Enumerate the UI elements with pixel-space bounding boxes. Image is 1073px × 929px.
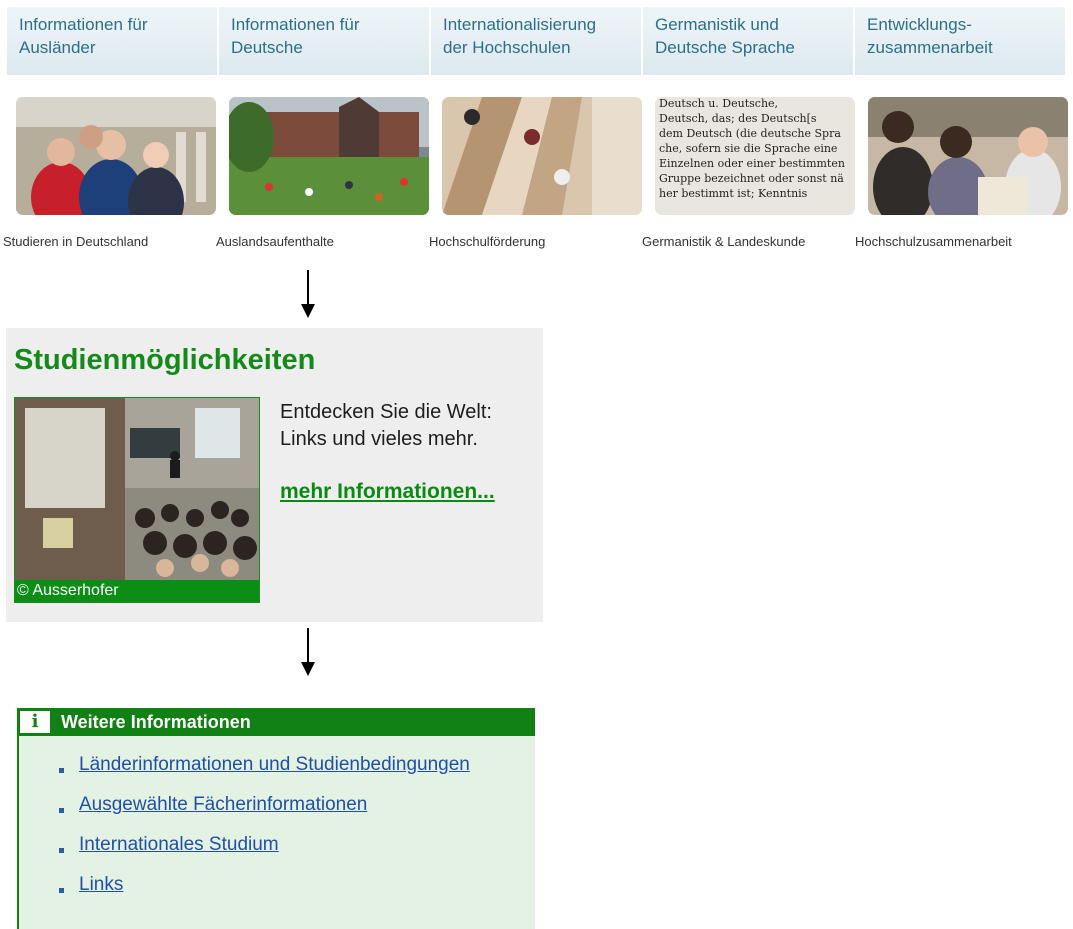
- dictionary-line-3: dem Deutsch (die deutsche Spra: [659, 127, 841, 140]
- top-navigation: Informationen für Ausländer Informatione…: [7, 7, 1073, 75]
- more-info-title: Weitere Informationen: [61, 712, 251, 732]
- lecture-hall-photo: © Ausserhofer: [14, 397, 260, 603]
- more-info-header: i Weitere Informationen: [17, 708, 535, 736]
- link-laenderinformationen[interactable]: Länderinformationen und Studienbedingung…: [79, 754, 470, 776]
- nav-item-internationalisierung[interactable]: Internationalisierung der Hochschulen: [431, 7, 643, 75]
- campus-photo[interactable]: [229, 97, 429, 215]
- dictionary-line-1: Deutsch u. Deutsche,: [659, 97, 778, 110]
- list-item: Ausgewählte Fächerinformationen: [59, 794, 470, 834]
- study-description: Entdecken Sie die Welt: Links und vieles…: [280, 399, 492, 453]
- bullet-icon: [59, 808, 64, 813]
- study-text-line-1: Entdecken Sie die Welt:: [280, 401, 492, 423]
- caption-studieren[interactable]: Studieren in Deutschland: [3, 234, 216, 249]
- more-info-panel: Länderinformationen und Studienbedingung…: [17, 736, 535, 929]
- bullet-icon: [59, 888, 64, 893]
- bullet-icon: [59, 768, 64, 773]
- caption-auslandsaufenthalte[interactable]: Auslandsaufenthalte: [216, 234, 429, 249]
- list-item: Länderinformationen und Studienbedingung…: [59, 754, 470, 794]
- nav-item-entwicklungszusammenarbeit[interactable]: Entwicklungs- zusammenarbeit: [855, 7, 1067, 75]
- dictionary-line-2: Deutsch, das; des Deutsch[s: [659, 112, 817, 125]
- bullet-icon: [59, 848, 64, 853]
- dictionary-line-7: her bestimmt ist; Kenntnis: [659, 187, 808, 200]
- caption-row: Studieren in Deutschland Auslandsaufenth…: [3, 234, 1068, 249]
- dictionary-line-4: che, sofern sie die Sprache eine: [659, 142, 837, 155]
- link-internationales-studium[interactable]: Internationales Studium: [79, 834, 279, 856]
- link-faecherinformationen[interactable]: Ausgewählte Fächerinformationen: [79, 794, 367, 816]
- more-info-links: Länderinformationen und Studienbedingung…: [59, 754, 470, 914]
- caption-hochschulzusammenarbeit[interactable]: Hochschulzusammenarbeit: [855, 234, 1068, 249]
- dictionary-line-6: Gruppe bezeichnet oder sonst nä: [659, 172, 844, 185]
- down-arrow-icon: [301, 270, 315, 318]
- list-item: Internationales Studium: [59, 834, 470, 874]
- info-icon: i: [20, 711, 50, 733]
- nav-item-deutsche[interactable]: Informationen für Deutsche: [219, 7, 431, 75]
- caption-hochschulfoerderung[interactable]: Hochschulförderung: [429, 234, 642, 249]
- study-text-line-2: Links und vieles mehr.: [280, 428, 478, 450]
- photo-row: Deutsch u. Deutsche, Deutsch, das; des D…: [16, 97, 1073, 215]
- stairs-photo[interactable]: [442, 97, 642, 215]
- nav-item-germanistik[interactable]: Germanistik und Deutsche Sprache: [643, 7, 855, 75]
- nav-item-auslaender[interactable]: Informationen für Ausländer: [7, 7, 219, 75]
- list-item: Links: [59, 874, 470, 914]
- dictionary-photo[interactable]: Deutsch u. Deutsche, Deutsch, das; des D…: [655, 97, 855, 215]
- students-photo[interactable]: [16, 97, 216, 215]
- down-arrow-icon: [301, 628, 315, 676]
- study-options-box: Studienmöglichkeiten © Ausserhofer Entde…: [6, 328, 543, 622]
- link-links[interactable]: Links: [79, 874, 123, 896]
- photo-credit: © Ausserhofer: [15, 580, 259, 602]
- more-information-link[interactable]: mehr Informationen...: [280, 480, 495, 504]
- caption-germanistik[interactable]: Germanistik & Landeskunde: [642, 234, 855, 249]
- study-title: Studienmöglichkeiten: [14, 344, 316, 376]
- group-work-photo[interactable]: [868, 97, 1068, 215]
- dictionary-line-5: Einzelnen oder einer bestimmten: [659, 157, 845, 170]
